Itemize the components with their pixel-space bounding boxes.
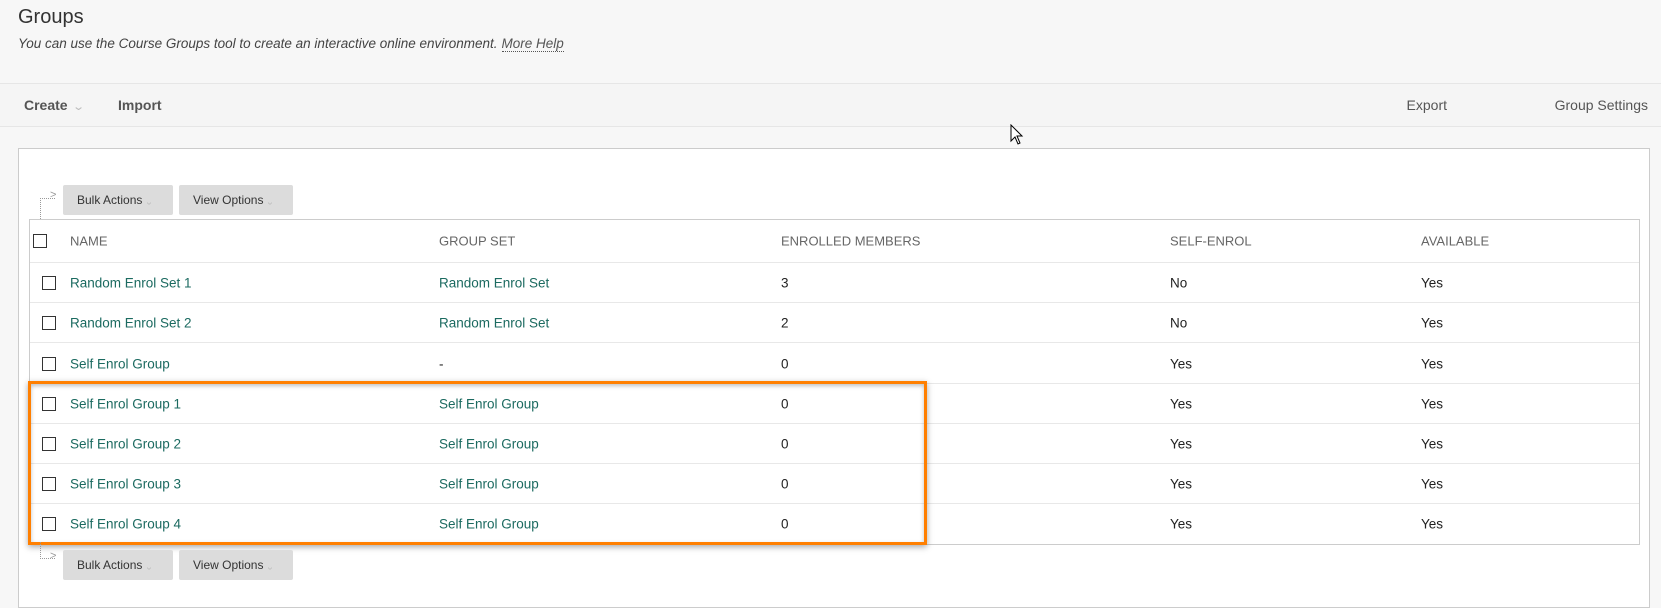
enrolled-members-value: 2 [781, 315, 789, 330]
table-header-row: NAME GROUP SET ENROLLED MEMBERS SELF-ENR… [30, 220, 1639, 263]
available-value: Yes [1421, 275, 1444, 290]
group-set-link[interactable]: Random Enrol Set [439, 275, 549, 290]
arrow-right-icon: > [50, 189, 57, 201]
table-row: Self Enrol Group 2 Self Enrol Group 0 Yes Ye… [30, 424, 1639, 464]
select-all-checkbox[interactable] [33, 234, 47, 248]
enrolled-members-value: 0 [781, 436, 789, 451]
available-value: Yes [1421, 476, 1444, 491]
table-row: Self Enrol Group 1 Self Enrol Group 0 Yes Ye… [30, 384, 1639, 424]
column-header-available[interactable]: AVAILABLE [1421, 234, 1489, 249]
group-name-link[interactable]: Random Enrol Set 2 [70, 315, 192, 330]
available-value: Yes [1421, 396, 1444, 411]
self-enrol-value: Yes [1170, 356, 1193, 371]
description-text: You can use the Course Groups tool to cr… [18, 36, 498, 51]
view-options-label: View Options [193, 193, 264, 207]
enrolled-members-value: 3 [781, 275, 789, 290]
connector-line [40, 198, 55, 219]
column-header-name[interactable]: NAME [70, 234, 108, 249]
self-enrol-value: Yes [1170, 396, 1193, 411]
group-name-link[interactable]: Self Enrol Group 3 [70, 476, 181, 491]
group-settings-button[interactable]: Group Settings [1555, 97, 1648, 113]
row-checkbox[interactable] [42, 517, 56, 531]
available-value: Yes [1421, 436, 1444, 451]
group-set-value: - [439, 356, 444, 371]
create-menu-button[interactable]: Create ⌄ [24, 97, 85, 113]
self-enrol-value: No [1170, 315, 1188, 330]
page-description: You can use the Course Groups tool to cr… [18, 36, 564, 52]
enrolled-members-value: 0 [781, 476, 789, 491]
available-value: Yes [1421, 516, 1444, 532]
self-enrol-value: Yes [1170, 476, 1193, 491]
self-enrol-value: Yes [1170, 516, 1193, 532]
bulk-actions-label: Bulk Actions [77, 558, 143, 572]
group-set-link[interactable]: Self Enrol Group [439, 517, 539, 532]
group-set-link[interactable]: Random Enrol Set [439, 315, 549, 330]
double-chevron-down-icon: ›› [143, 566, 155, 568]
self-enrol-value: No [1170, 275, 1188, 290]
mouse-cursor-icon [1010, 124, 1024, 145]
view-options-button[interactable]: View Options›› [179, 550, 293, 580]
table-row: Self Enrol Group 3 Self Enrol Group 0 Yes Ye… [30, 464, 1639, 504]
self-enrol-value: Yes [1170, 436, 1193, 451]
bulk-actions-label: Bulk Actions [77, 193, 143, 207]
enrolled-members-value: 0 [781, 516, 789, 532]
available-value: Yes [1421, 315, 1444, 330]
groups-table: NAME GROUP SET ENROLLED MEMBERS SELF-ENR… [29, 219, 1640, 545]
create-label: Create [24, 97, 68, 113]
chevron-down-icon: ⌄ [71, 101, 85, 113]
page-title: Groups [18, 6, 84, 28]
bulk-actions-button[interactable]: Bulk Actions›› [63, 550, 173, 580]
column-header-enrolled-members[interactable]: ENROLLED MEMBERS [781, 234, 920, 249]
row-checkbox[interactable] [42, 356, 56, 371]
row-checkbox[interactable] [42, 396, 56, 411]
bulk-actions-button[interactable]: Bulk Actions›› [63, 185, 173, 215]
row-checkbox[interactable] [42, 436, 56, 451]
group-name-link[interactable]: Self Enrol Group 4 [70, 517, 181, 532]
table-row: Random Enrol Set 2 Random Enrol Set 2 No Yes [30, 303, 1639, 343]
row-checkbox[interactable] [42, 315, 56, 330]
group-set-link[interactable]: Self Enrol Group [439, 436, 539, 451]
available-value: Yes [1421, 356, 1444, 371]
table-row: Random Enrol Set 1 Random Enrol Set 3 No Yes [30, 263, 1639, 303]
double-chevron-down-icon: ›› [264, 201, 276, 203]
group-name-link[interactable]: Self Enrol Group 2 [70, 436, 181, 451]
column-header-group-set[interactable]: GROUP SET [439, 234, 515, 249]
row-checkbox[interactable] [42, 476, 56, 491]
group-set-link[interactable]: Self Enrol Group [439, 396, 539, 411]
import-button[interactable]: Import [118, 97, 162, 113]
group-set-link[interactable]: Self Enrol Group [439, 476, 539, 491]
double-chevron-down-icon: ›› [264, 566, 276, 568]
column-header-self-enrol[interactable]: SELF-ENROL [1170, 234, 1252, 249]
export-button[interactable]: Export [1407, 97, 1447, 113]
enrolled-members-value: 0 [781, 396, 789, 411]
table-row: Self Enrol Group 4 Self Enrol Group 0 Yes Ye… [30, 504, 1639, 544]
group-name-link[interactable]: Self Enrol Group 1 [70, 396, 181, 411]
double-chevron-down-icon: ›› [143, 201, 155, 203]
view-options-label: View Options [193, 558, 264, 572]
arrow-right-icon: > [50, 550, 57, 562]
row-checkbox[interactable] [42, 275, 56, 290]
more-help-link[interactable]: More Help [501, 36, 564, 52]
group-name-link[interactable]: Random Enrol Set 1 [70, 275, 192, 290]
action-toolbar: Create ⌄ Import Export Group Settings [0, 83, 1661, 127]
table-row: Self Enrol Group - 0 Yes Yes [30, 344, 1639, 384]
view-options-button[interactable]: View Options›› [179, 185, 293, 215]
group-name-link[interactable]: Self Enrol Group [70, 356, 170, 371]
enrolled-members-value: 0 [781, 356, 789, 371]
